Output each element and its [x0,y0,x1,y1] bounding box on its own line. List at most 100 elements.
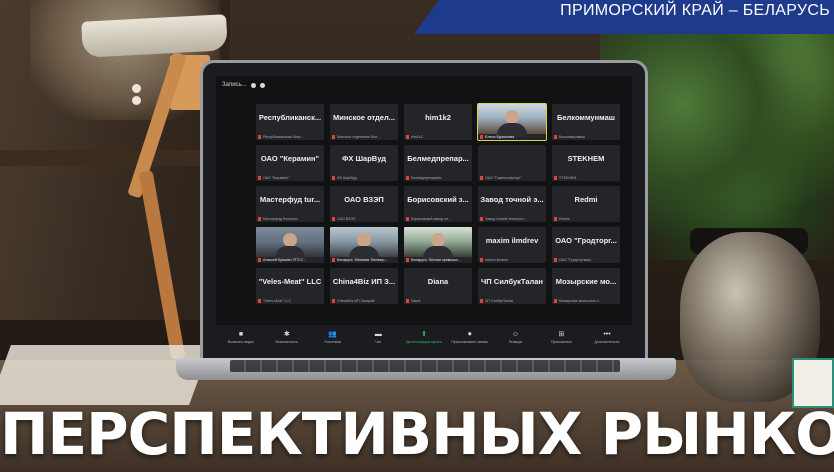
toolbar-label: Приостановить запись [451,339,489,344]
mic-muted-icon [332,299,335,303]
pause-icon[interactable] [250,82,256,88]
participant-tile[interactable]: Елена Бурьянова [477,103,547,141]
mic-muted-icon [406,258,409,262]
mic-muted-icon [480,258,483,262]
participant-tile[interactable]: maxim ilmdrev maxim ilmdrev [478,227,546,263]
participant-tile[interactable]: ОАО ВЗЭП ОАО ВЗЭП [330,186,398,222]
participant-tile[interactable]: ФХ ШарВуд ФХ ШарВуд [330,145,398,181]
mic-muted-icon [258,299,261,303]
shield-icon: ✱ [283,330,290,338]
toolbar-label: Демонстрация экрана [406,339,442,344]
mic-muted-icon [554,299,557,303]
participant-caption-text: Мастерфуд Белсоюз [263,217,298,221]
header-ribbon: ПРИМОРСКИЙ КРАЙ – БЕЛАРУСЬ [414,0,834,34]
toolbar-button-share-screen[interactable]: ⬆ Демонстрация экрана [406,331,442,344]
participant-tile[interactable]: Redmi Redmi [552,186,620,222]
participant-tile[interactable]: Diana Diana [404,268,472,304]
toolbar-label: Приложения [551,339,572,344]
toolbar-button-apps[interactable]: ⊞ Приложения [544,331,578,344]
participant-face [505,110,519,124]
participant-tile[interactable]: Завод точной э... Завод точной электрон..… [478,186,546,222]
participant-name: Завод точной э... [480,195,544,204]
mic-muted-icon [554,135,557,139]
reactions-icon: ☺ [511,330,520,338]
mic-muted-icon [406,217,409,221]
participant-caption-text: ОАО ВЗЭП [337,217,356,221]
toolbar-button-record[interactable]: ⏺ Приостановить запись [451,331,489,344]
participant-tile[interactable]: "Veles-Meat" LLC "Veles-Meat" LLC [256,268,324,304]
participant-caption-text: Беларусь. Минская. Белзагр... [337,258,388,262]
participant-caption-text: ФХ ШарВуд [337,176,357,180]
participant-tile[interactable]: China4Biz ИП З... China4Biz ИП Захарий [330,268,398,304]
participant-caption: Беларусь. Минская. Белзагр... [332,258,396,262]
participant-tile[interactable]: ОАО "Гродторг... ОАО "Гродторгмаш" [552,227,620,263]
participant-tile[interactable]: Беларусь. Минская. Белзагр... [330,227,398,263]
participant-caption: Республиканская бизн... [258,135,322,139]
participant-tile[interactable]: ОАО "Керамин" ОАО "Керамин" [256,145,324,181]
toolbar-label: Включить видео [227,339,255,344]
toolbar-button-shield[interactable]: ✱ Безопасность [270,331,304,344]
participant-tile[interactable]: Беларусь. Лесная промышл... [404,227,472,263]
participant-caption-text: Белкоммунмаш [559,135,586,139]
participant-name: "Veles-Meat" LLC [258,277,322,286]
participant-caption-text: "Veles-Meat" LLC [263,299,292,303]
participant-caption: Белмедпрепараты [406,176,470,180]
toolbar-label: Дополнительно [594,339,620,344]
participant-tile[interactable]: ЧП СилбукТалан ЧП СилбукТалан [478,268,546,304]
participant-caption-text: Беларусь. Лесная промышл... [411,258,461,262]
toolbar-button-reactions[interactable]: ☺ Реакции [499,331,533,344]
participant-caption: Мастерфуд Белсоюз [258,217,322,221]
lamp-knob [132,84,141,93]
participant-name: Белкоммунмаш [556,113,616,122]
participant-caption-text: maxim ilmdrev [485,258,509,262]
participant-tile[interactable]: him1k2 him1k2 [404,104,472,140]
laptop: Запись... Республиканск... Республиканска… [200,60,648,362]
participant-video [256,227,324,260]
toolbar-button-chat[interactable]: ▬ Чат [361,331,395,344]
participant-name: ОАО ВЗЭП [344,195,384,204]
participant-caption: Алексей Кузьмич ЗТЭ С... [258,258,322,262]
toolbar-button-participants[interactable]: 👥 Участники [316,331,350,344]
participant-name: Республиканск... [258,113,322,122]
ribbon-title: ПРИМОРСКИЙ КРАЙ – БЕЛАРУСЬ [560,2,830,19]
participant-caption-text: Diana [411,299,421,303]
mic-muted-icon [332,217,335,221]
participant-tile[interactable]: Минское отдел... Минское отделение Бел... [330,104,398,140]
meeting-toolbar: ■ Включить видео ✱ Безопасность 👥 Участники ▬ Ч… [216,325,632,349]
participant-caption: Елена Бурьянова [480,135,544,139]
participant-caption: ЧП СилбукТалан [480,299,544,303]
participant-caption-text: Елена Бурьянова [485,135,515,139]
participant-caption-text: ОАО "Гродторгмаш" [559,258,593,262]
participant-tile[interactable]: ОАО "Гомельхимторг" [478,145,546,181]
participant-name: ФХ ШарВуд [342,154,386,163]
participant-tile[interactable]: Мастерфуд tur... Мастерфуд Белсоюз [256,186,324,222]
desk-lamp-shade [81,14,228,58]
participant-name: China4Biz ИП З... [332,277,396,286]
participant-tile[interactable]: Белкоммунмаш Белкоммунмаш [552,104,620,140]
toolbar-button-camera-off[interactable]: ■ Включить видео [224,331,258,344]
recording-label: Запись... [222,82,247,88]
participant-caption-text: STEKHEM [559,176,577,180]
participant-caption-text: China4Biz ИП Захарий [337,299,375,303]
participant-caption: ОАО "Гомельхимторг" [480,176,544,180]
participant-caption-text: Завод точной электрон... [485,217,527,221]
participant-tile[interactable]: Мозырские мо... Мозырские молочные п... [552,268,620,304]
participant-caption: maxim ilmdrev [480,258,544,262]
video-conference-window: Запись... Республиканск... Республиканска… [216,76,632,349]
participant-caption: ОАО "Гродторгмаш" [554,258,618,262]
participant-caption: Белкоммунмаш [554,135,618,139]
participant-caption: ФХ ШарВуд [332,176,396,180]
stop-icon[interactable] [259,82,265,88]
mic-muted-icon [258,176,261,180]
toolbar-button-more[interactable]: ••• Дополнительно [590,331,624,344]
participant-caption-text: Алексей Кузьмич ЗТЭ С... [263,258,307,262]
participant-tile[interactable]: Республиканск... Республиканская бизн... [256,104,324,140]
mic-muted-icon [554,217,557,221]
participant-tile[interactable]: STEKHEM STEKHEM [552,145,620,181]
participant-caption: him1k2 [406,135,470,139]
participant-tile[interactable]: Борисовский з... Борисовский завод пл... [404,186,472,222]
participant-tile[interactable]: Белмедпрепар... Белмедпрепараты [404,145,472,181]
participant-name: Борисовский з... [407,195,469,204]
participant-tile[interactable]: Алексей Кузьмич ЗТЭ С... [256,227,324,263]
toolbar-label: Безопасность [275,339,298,344]
